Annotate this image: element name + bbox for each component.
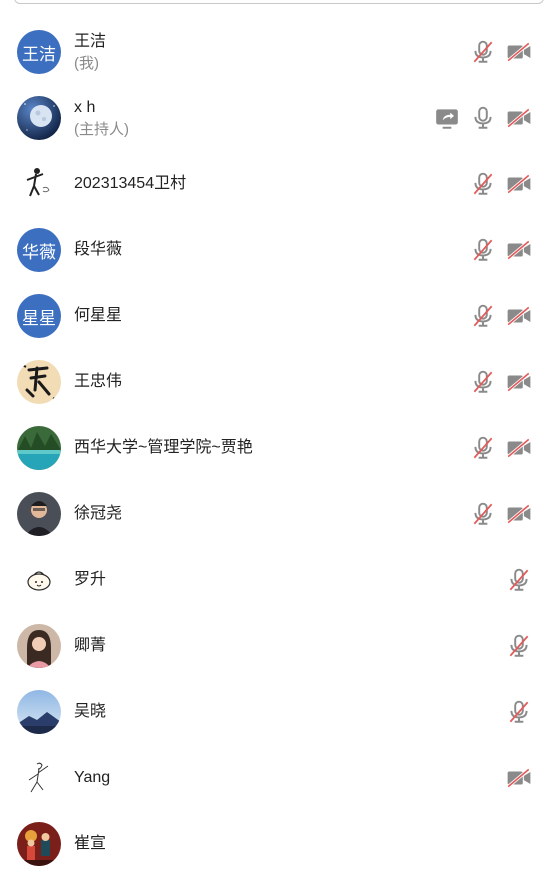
participant-row[interactable]: 吴晓 — [0, 679, 547, 745]
avatar-text: 星星 — [22, 308, 56, 328]
avatar — [17, 756, 61, 800]
participant-name: 何星星 — [74, 307, 123, 324]
participant-name: 卿菁 — [74, 637, 107, 654]
camera-off-icon[interactable] — [505, 38, 533, 66]
participant-name: Yang — [74, 769, 111, 786]
avatar — [17, 624, 61, 668]
participant-row[interactable]: 罗升 — [0, 547, 547, 613]
camera-off-icon[interactable] — [505, 764, 533, 792]
avatar — [17, 690, 61, 734]
camera-off-icon[interactable] — [505, 302, 533, 330]
camera-off-icon[interactable] — [505, 368, 533, 396]
participant-row[interactable]: 202313454卫村 — [0, 151, 547, 217]
avatar — [17, 558, 61, 602]
avatar — [17, 360, 61, 404]
camera-off-icon[interactable] — [505, 500, 533, 528]
participant-role: (主持人) — [74, 120, 129, 138]
participant-name: x h — [74, 98, 96, 116]
participant-row[interactable]: Yang — [0, 745, 547, 811]
camera-off-icon[interactable] — [505, 170, 533, 198]
avatar — [17, 426, 61, 470]
participant-list: 王洁 王洁 (我) x h (主持人) 202313454卫村 华薇 段华薇 星… — [0, 19, 547, 877]
mic-muted-icon[interactable] — [469, 170, 497, 198]
mic-muted-icon[interactable] — [469, 434, 497, 462]
participant-row[interactable]: x h (主持人) — [0, 85, 547, 151]
avatar: 王洁 — [17, 30, 61, 74]
mic-muted-icon[interactable] — [469, 236, 497, 264]
avatar-text: 华薇 — [22, 242, 56, 262]
participant-name: 罗升 — [74, 571, 107, 588]
participant-name: 西华大学~管理学院~贾艳 — [74, 439, 253, 456]
participant-name: 吴晓 — [74, 703, 107, 720]
camera-off-icon[interactable] — [505, 434, 533, 462]
participant-row[interactable]: 王忠伟 — [0, 349, 547, 415]
mic-muted-icon[interactable] — [505, 698, 533, 726]
participant-role: (我) — [74, 54, 99, 72]
avatar — [17, 162, 61, 206]
mic-icon[interactable] — [469, 104, 497, 132]
mic-muted-icon[interactable] — [469, 368, 497, 396]
screen-share-icon[interactable] — [433, 104, 461, 132]
participant-row[interactable]: 华薇 段华薇 — [0, 217, 547, 283]
avatar: 星星 — [17, 294, 61, 338]
participant-name: 段华薇 — [74, 241, 123, 258]
mic-muted-icon[interactable] — [469, 38, 497, 66]
mic-muted-icon[interactable] — [505, 566, 533, 594]
participant-row[interactable]: 崔宣 — [0, 811, 547, 877]
participant-name: 202313454卫村 — [74, 175, 187, 192]
participant-row[interactable]: 王洁 王洁 (我) — [0, 19, 547, 85]
participant-row[interactable]: 星星 何星星 — [0, 283, 547, 349]
avatar: 华薇 — [17, 228, 61, 272]
participant-row[interactable]: 徐冠尧 — [0, 481, 547, 547]
participant-row[interactable]: 卿菁 — [0, 613, 547, 679]
camera-off-icon[interactable] — [505, 104, 533, 132]
mic-muted-icon[interactable] — [469, 302, 497, 330]
avatar — [17, 96, 61, 140]
participant-name: 徐冠尧 — [74, 505, 123, 522]
participant-name: 王忠伟 — [74, 373, 123, 390]
avatar — [17, 492, 61, 536]
search-box[interactable] — [14, 0, 544, 4]
participant-name: 王洁 — [74, 32, 107, 50]
mic-muted-icon[interactable] — [505, 632, 533, 660]
camera-off-icon[interactable] — [505, 236, 533, 264]
avatar-text: 王洁 — [22, 44, 56, 64]
participant-name: 崔宣 — [74, 835, 107, 852]
participant-row[interactable]: 西华大学~管理学院~贾艳 — [0, 415, 547, 481]
mic-muted-icon[interactable] — [469, 500, 497, 528]
avatar — [17, 822, 61, 866]
